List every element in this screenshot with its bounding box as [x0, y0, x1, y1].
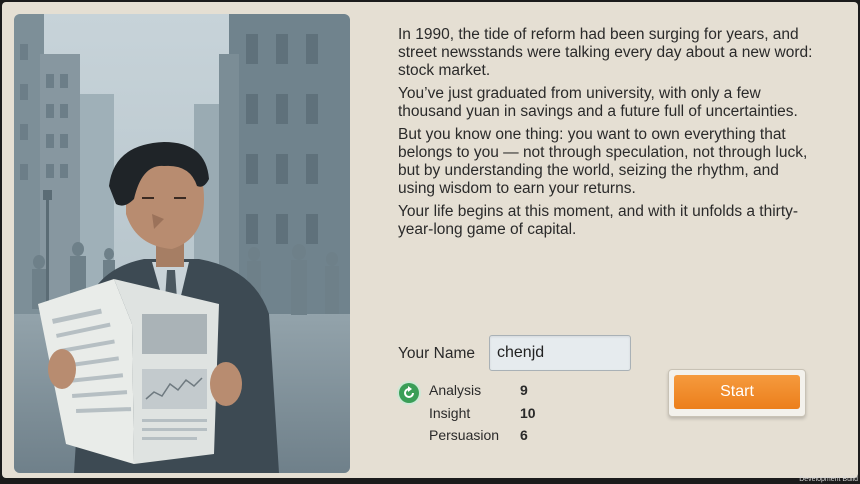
game-panel: In 1990, the tide of reform had been sur…: [2, 2, 858, 478]
stat-value: 10: [520, 404, 536, 421]
stat-value: 6: [520, 427, 528, 443]
story-text: In 1990, the tide of reform had been sur…: [398, 26, 818, 244]
start-button-frame: Start: [668, 369, 806, 417]
stat-name: Analysis: [429, 382, 482, 398]
story-paragraph: But you know one thing: you want to own …: [398, 126, 808, 197]
stat-value: 9: [520, 382, 528, 398]
stat-name: Insight: [429, 404, 471, 421]
story-paragraph: In 1990, the tide of reform had been sur…: [398, 26, 813, 79]
story-paragraph: You’ve just graduated from university, w…: [398, 85, 798, 120]
man-reading-newspaper-illustration: [14, 14, 350, 473]
development-build-label: Development Build: [799, 476, 858, 483]
name-input[interactable]: [489, 335, 631, 371]
stat-name: Persuasion: [429, 427, 500, 443]
start-button[interactable]: Start: [674, 375, 800, 409]
refresh-icon[interactable]: [399, 383, 419, 403]
name-label: Your Name: [398, 345, 475, 362]
story-paragraph: Your life begins at this moment, and wit…: [398, 203, 799, 238]
